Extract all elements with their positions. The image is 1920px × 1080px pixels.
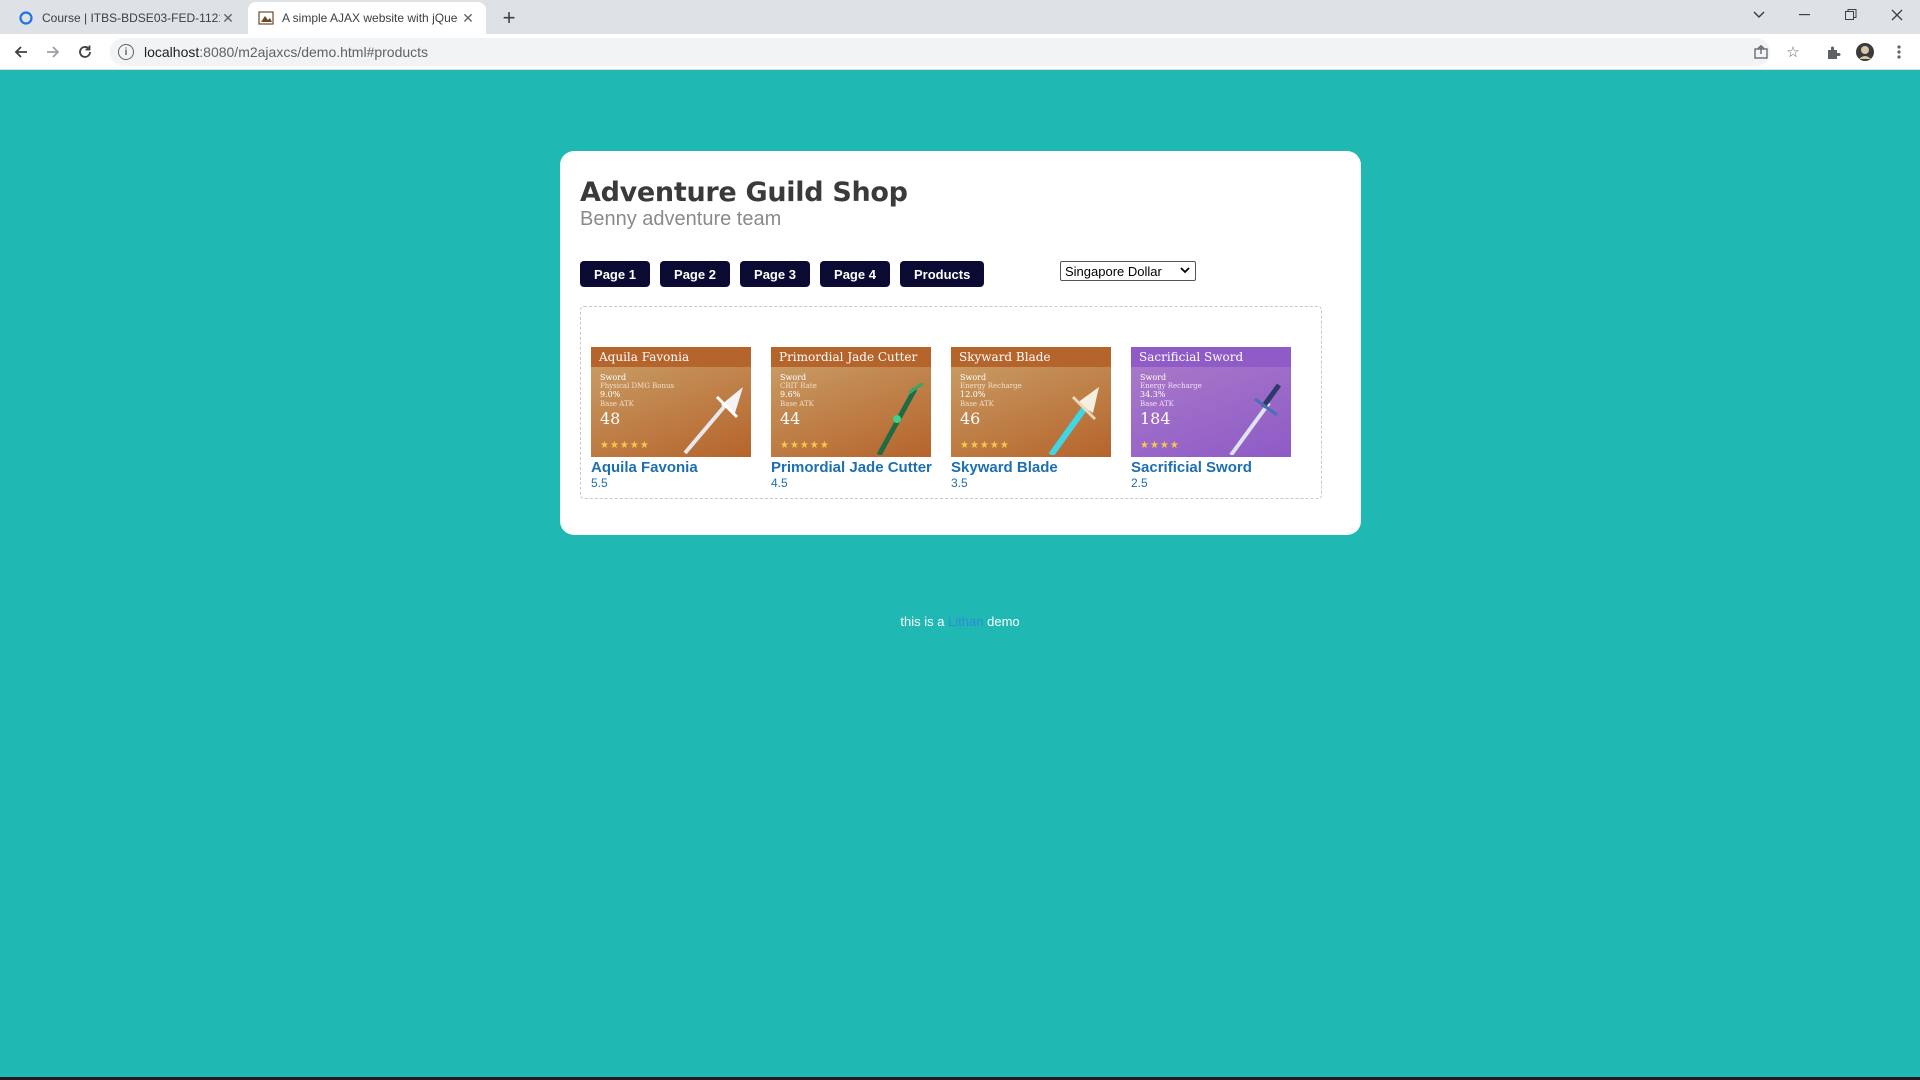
image-type: Sword (960, 373, 987, 382)
tab-search-icon[interactable] (1736, 0, 1782, 30)
image-body: Sword CRIT Rate 9.6% Base ATK 44 ★★★★★ (771, 367, 931, 457)
nav-page-1-button[interactable]: Page 1 (580, 261, 650, 287)
sword-icon (683, 387, 743, 455)
product-name[interactable]: Skyward Blade (951, 459, 1121, 476)
image-substat-name: Energy Recharge (960, 382, 1022, 390)
reload-icon[interactable] (72, 39, 98, 65)
address-bar[interactable]: i localhost:8080/m2ajaxcs/demo.html#prod… (110, 38, 1770, 66)
browser-tab-bar: Course | ITBS-BDSE03-FED-1121 ✕ A simple… (0, 0, 1920, 34)
product-image[interactable]: Sacrificial Sword Sword Energy Recharge … (1131, 347, 1291, 457)
close-tab-icon[interactable]: ✕ (220, 10, 236, 27)
url-host: localhost (144, 44, 200, 60)
product-card[interactable]: Skyward Blade Sword Energy Recharge 12.0… (951, 347, 1121, 490)
product-image[interactable]: Skyward Blade Sword Energy Recharge 12.0… (951, 347, 1111, 457)
minimize-icon[interactable] (1782, 0, 1828, 30)
image-body: Sword Energy Recharge 12.0% Base ATK 46 … (951, 367, 1111, 457)
image-substat-name: CRIT Rate (780, 382, 817, 390)
menu-kebab-icon[interactable] (1886, 39, 1912, 65)
site-title: Adventure Guild Shop (580, 177, 908, 208)
profile-avatar[interactable] (1852, 39, 1878, 65)
tab-title: A simple AJAX website with jQue (282, 11, 458, 25)
currency-select[interactable]: Singapore Dollar (1060, 261, 1196, 281)
image-substat-value: 12.0% (960, 390, 986, 399)
product-card[interactable]: Aquila Favonia Sword Physical DMG Bonus … (591, 347, 761, 490)
nav-products-button[interactable]: Products (900, 261, 985, 287)
product-price: 2.5 (1131, 476, 1148, 490)
sword-icon (1229, 383, 1282, 455)
products-list: Aquila Favonia Sword Physical DMG Bonus … (580, 306, 1322, 499)
rarity-stars: ★★★★ (1140, 440, 1180, 451)
tab-course[interactable]: Course | ITBS-BDSE03-FED-1121 ✕ (8, 2, 246, 34)
image-atk-value: 184 (1140, 409, 1171, 428)
bookmark-star-icon[interactable]: ☆ (1780, 39, 1806, 65)
product-image[interactable]: Primordial Jade Cutter Sword CRIT Rate 9… (771, 347, 931, 457)
image-atk-value: 46 (960, 409, 981, 428)
image-substat-name: Physical DMG Bonus (600, 382, 675, 390)
product-price: 3.5 (951, 476, 968, 490)
image-banner: Sacrificial Sword (1131, 347, 1291, 367)
sword-icon (1048, 387, 1099, 455)
tab-ajax-demo[interactable]: A simple AJAX website with jQue ✕ (248, 2, 486, 34)
image-atk-label: Base ATK (960, 400, 994, 408)
image-type: Sword (600, 373, 627, 382)
site-info-icon[interactable]: i (118, 44, 134, 60)
rarity-stars: ★★★★★ (960, 440, 1010, 451)
image-banner: Skyward Blade (951, 347, 1111, 367)
nav-page-2-button[interactable]: Page 2 (660, 261, 730, 287)
rarity-stars: ★★★★★ (780, 440, 830, 451)
image-banner: Primordial Jade Cutter (771, 347, 931, 367)
nav-bar: Page 1 Page 2 Page 3 Page 4 Products (580, 261, 985, 287)
image-type: Sword (780, 373, 807, 382)
footer-suffix: demo (987, 614, 1020, 629)
close-window-icon[interactable] (1874, 0, 1920, 30)
product-image[interactable]: Aquila Favonia Sword Physical DMG Bonus … (591, 347, 751, 457)
image-type: Sword (1140, 373, 1167, 382)
back-arrow-icon[interactable] (8, 39, 34, 65)
new-tab-button[interactable]: + (496, 5, 522, 31)
close-tab-icon[interactable]: ✕ (460, 10, 476, 27)
image-atk-value: 44 (780, 409, 801, 428)
currency-selected-value: Singapore Dollar (1065, 263, 1162, 279)
sword-icon (876, 383, 924, 455)
circle-logo-icon (18, 10, 34, 26)
page-thumbnail-icon (258, 10, 274, 26)
shop-card: Adventure Guild Shop Benny adventure tea… (560, 151, 1361, 535)
footer-link[interactable]: Lithan (948, 614, 983, 629)
product-price: 4.5 (771, 476, 788, 490)
share-icon[interactable] (1748, 39, 1774, 65)
chevron-down-icon (1179, 264, 1191, 276)
footer: this is a Lithan demo (0, 614, 1920, 629)
image-atk-value: 48 (600, 409, 621, 428)
site-subtitle: Benny adventure team (580, 208, 782, 230)
product-name[interactable]: Aquila Favonia (591, 459, 761, 476)
image-substat-value: 34.3% (1140, 390, 1166, 399)
image-body: Sword Physical DMG Bonus 9.0% Base ATK 4… (591, 367, 751, 457)
image-atk-label: Base ATK (1140, 400, 1174, 408)
image-atk-label: Base ATK (600, 400, 634, 408)
image-substat-name: Energy Recharge (1140, 382, 1202, 390)
product-price: 5.5 (591, 476, 608, 490)
restore-icon[interactable] (1828, 0, 1874, 30)
nav-page-4-button[interactable]: Page 4 (820, 261, 890, 287)
image-atk-label: Base ATK (780, 400, 814, 408)
nav-page-3-button[interactable]: Page 3 (740, 261, 810, 287)
image-substat-value: 9.6% (780, 390, 801, 399)
url-path: :8080/m2ajaxcs/demo.html#products (199, 44, 429, 60)
product-card[interactable]: Sacrificial Sword Sword Energy Recharge … (1131, 347, 1301, 490)
image-banner: Aquila Favonia (591, 347, 751, 367)
product-name[interactable]: Primordial Jade Cutter (771, 459, 941, 476)
image-body: Sword Energy Recharge 34.3% Base ATK 184… (1131, 367, 1291, 457)
footer-prefix: this is a (900, 614, 945, 629)
product-card[interactable]: Primordial Jade Cutter Sword CRIT Rate 9… (771, 347, 941, 490)
image-substat-value: 9.0% (600, 390, 621, 399)
tab-title: Course | ITBS-BDSE03-FED-1121 (42, 11, 220, 25)
extensions-puzzle-icon[interactable] (1820, 39, 1846, 65)
forward-arrow-icon[interactable] (40, 39, 66, 65)
product-name[interactable]: Sacrificial Sword (1131, 459, 1301, 476)
browser-toolbar: i localhost:8080/m2ajaxcs/demo.html#prod… (0, 34, 1920, 70)
rarity-stars: ★★★★★ (600, 440, 650, 451)
